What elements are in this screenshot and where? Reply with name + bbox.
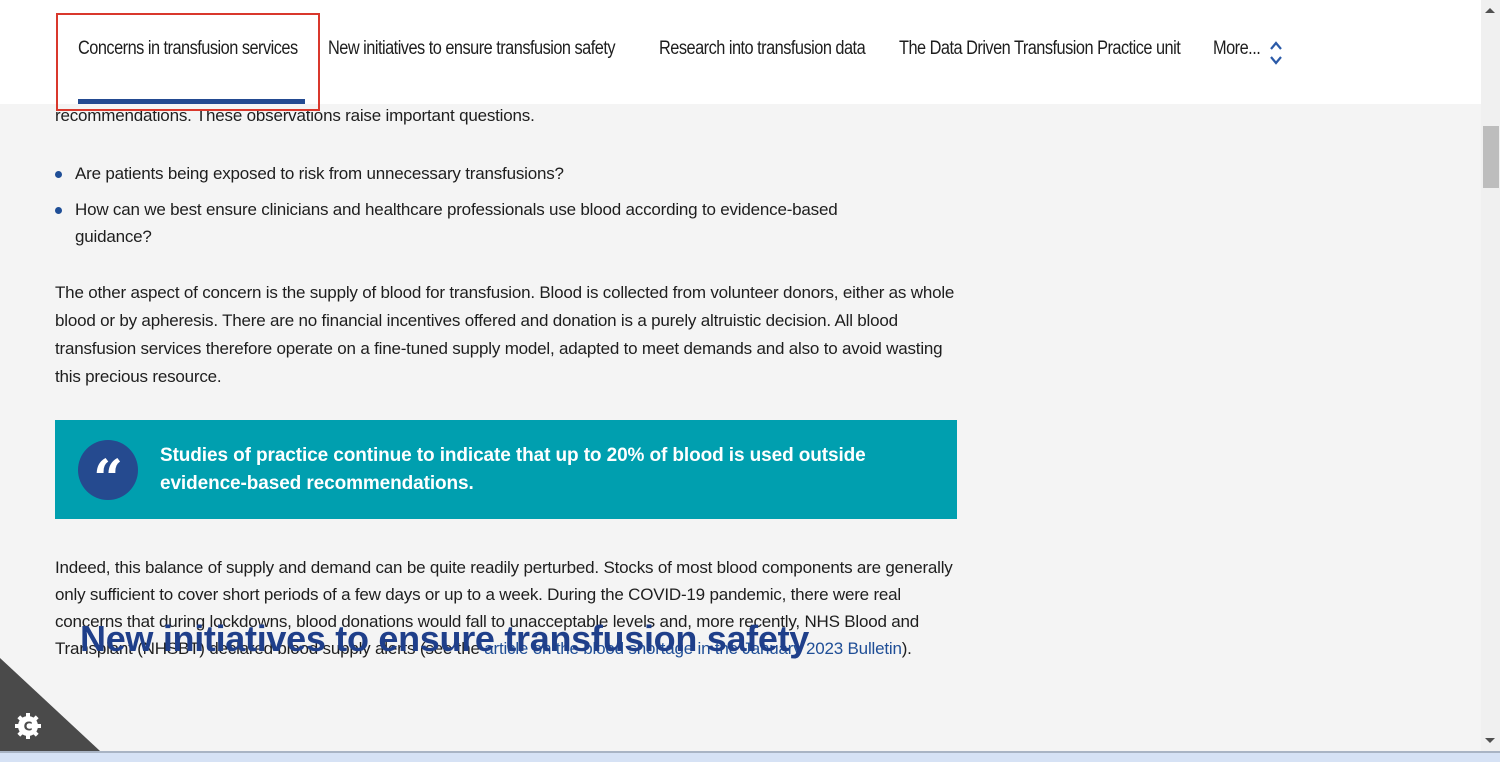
- pull-quote: “ Studies of practice continue to indica…: [55, 420, 957, 519]
- list-item-text: Are patients being exposed to risk from …: [75, 164, 564, 183]
- scroll-up-arrow-icon[interactable]: [1485, 8, 1495, 13]
- cookie-settings-gear-icon[interactable]: C: [14, 712, 42, 740]
- pull-quote-text: Studies of practice continue to indicate…: [160, 444, 866, 494]
- balance-paragraph-end: ).: [901, 639, 912, 658]
- list-item-text: How can we best ensure clinicians and he…: [75, 200, 838, 246]
- nav-more-button[interactable]: More...: [1213, 38, 1261, 60]
- list-item: Are patients being exposed to risk from …: [55, 160, 915, 187]
- bullet-icon: [55, 207, 62, 214]
- quote-icon: “: [78, 439, 138, 509]
- intro-paragraph-tail: recommendations. These observations rais…: [55, 106, 535, 125]
- nav-tab-ddtp-unit[interactable]: The Data Driven Transfusion Practice uni…: [899, 38, 1181, 60]
- active-tab-indicator: [78, 99, 305, 104]
- page-viewport: recommendations. These observations rais…: [0, 0, 1481, 751]
- chevron-up-down-icon[interactable]: [1268, 40, 1284, 66]
- cookie-widget-label: C: [24, 720, 33, 734]
- section-nav: Concerns in transfusion services New ini…: [0, 0, 1481, 104]
- nav-tab-research[interactable]: Research into transfusion data: [659, 38, 866, 60]
- question-list: Are patients being exposed to risk from …: [55, 160, 915, 259]
- section-heading-new-initiatives: New initiatives to ensure transfusion sa…: [80, 618, 810, 659]
- supply-paragraph: The other aspect of concern is the suppl…: [55, 283, 955, 386]
- taskbar-strip: [0, 751, 1500, 762]
- scroll-down-arrow-icon[interactable]: [1485, 738, 1495, 743]
- nav-tab-new-initiatives[interactable]: New initiatives to ensure transfusion sa…: [328, 38, 616, 60]
- list-item: How can we best ensure clinicians and he…: [55, 196, 915, 250]
- nav-tab-concerns[interactable]: Concerns in transfusion services: [78, 38, 298, 60]
- bullet-icon: [55, 171, 62, 178]
- scrollbar-thumb[interactable]: [1483, 126, 1499, 188]
- vertical-scrollbar[interactable]: [1481, 0, 1500, 751]
